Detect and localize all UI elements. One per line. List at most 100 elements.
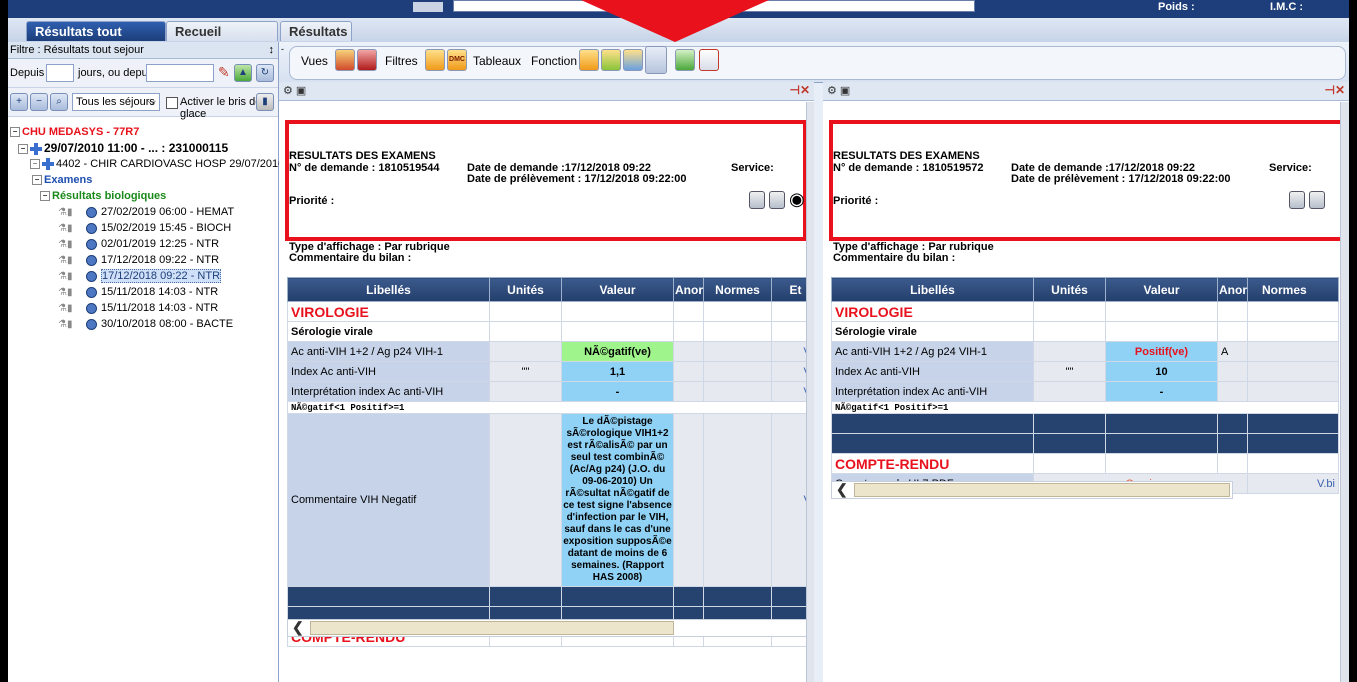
separator-row: [287, 586, 814, 607]
pane-tools-icon[interactable]: ⚙ ▣: [827, 84, 850, 97]
search-icon[interactable]: ⌕: [50, 93, 68, 111]
eraser-icon[interactable]: ✎: [218, 64, 230, 81]
collapse-icon[interactable]: −: [18, 143, 28, 154]
tree-item-selected[interactable]: ⚗▮ 17/12/2018 09:22 - NTR: [58, 269, 222, 283]
col-normes[interactable]: Normes: [703, 277, 772, 302]
col-libelles[interactable]: Libellés: [831, 277, 1034, 302]
tab-resultats-tout-sejour[interactable]: Résultats tout sejour✕: [26, 21, 166, 60]
horizontal-scrollbar-right[interactable]: ❮: [831, 481, 1233, 499]
tree-item[interactable]: ⚗▮ 27/02/2019 06:00 - HEMAT: [58, 206, 234, 218]
col-valeur[interactable]: Valeur: [1105, 277, 1218, 302]
separator-row: [831, 413, 1339, 434]
tree-sejour[interactable]: − 29/07/2010 11:00 - ... : 231000115: [18, 141, 228, 155]
fonction-button[interactable]: Fonction: [531, 54, 577, 68]
tubes-icon: ⚗▮: [58, 222, 73, 234]
tree-examens[interactable]: − Examens: [32, 174, 92, 186]
scroll-left-icon[interactable]: ❮: [836, 481, 848, 498]
book-red-icon[interactable]: [357, 49, 377, 71]
document-icon[interactable]: [1289, 191, 1305, 209]
pane-header-right: ⚙ ▣ ⊣✕: [823, 82, 1349, 101]
tubes-icon: ⚗▮: [58, 302, 73, 314]
vues-button[interactable]: Vues: [301, 54, 328, 68]
pin-icon[interactable]: ↕: [269, 42, 275, 58]
tree-item[interactable]: ⚗▮ 30/10/2018 08:00 - BACTE: [58, 318, 233, 330]
flag-icon[interactable]: [699, 49, 719, 71]
eye-icon[interactable]: ◉: [789, 189, 805, 210]
function-icon-3[interactable]: [623, 49, 643, 71]
close-pane-icon[interactable]: ⊣✕: [1324, 83, 1345, 97]
chevron-down-icon[interactable]: ⌵: [148, 94, 156, 110]
collapse-icon[interactable]: −: [30, 159, 40, 170]
info-box: [413, 2, 443, 12]
compare-icon[interactable]: [645, 46, 667, 74]
date-input[interactable]: [146, 64, 214, 82]
clock-icon: [86, 238, 97, 250]
close-pane-icon[interactable]: ⊣✕: [789, 83, 810, 97]
tab-label: Résultats: [289, 24, 348, 39]
clock-icon: [86, 254, 97, 266]
apply-filter-icon[interactable]: ▲: [234, 64, 252, 82]
warning-icon[interactable]: [425, 49, 445, 71]
subgroup-row: Sérologie virale: [287, 321, 814, 342]
dmc-icon[interactable]: DMC: [447, 49, 467, 71]
tab-recueil-medical[interactable]: Recueil médical: [166, 21, 278, 59]
col-unites[interactable]: Unités: [489, 277, 562, 302]
scroll-left-icon[interactable]: ❮: [292, 619, 304, 636]
tree-item[interactable]: ⚗▮ 17/12/2018 09:22 - NTR: [58, 254, 219, 266]
print-icon[interactable]: [769, 191, 785, 209]
scroll-thumb[interactable]: [310, 621, 674, 635]
filtres-button[interactable]: Filtres: [385, 54, 418, 68]
subgroup-row: Sérologie virale: [831, 321, 1339, 342]
tree-item[interactable]: ⚗▮ 15/11/2018 14:03 - NTR: [58, 302, 218, 314]
zoom-in-icon[interactable]: +: [10, 93, 28, 111]
norme-note: NÃ©gatif<1 Positif>=1: [287, 401, 814, 414]
collapse-icon[interactable]: −: [10, 127, 20, 138]
vertical-scrollbar-left[interactable]: [806, 102, 814, 682]
pane-header-left: ⚙ ▣ ⊣✕: [279, 82, 814, 101]
book-icon[interactable]: [335, 49, 355, 71]
days-input[interactable]: [46, 64, 74, 82]
row-unit: "": [1033, 361, 1106, 382]
print-icon[interactable]: [1309, 191, 1325, 209]
col-unites[interactable]: Unités: [1033, 277, 1106, 302]
group-row: VIROLOGIE: [287, 301, 814, 322]
cr-link[interactable]: V.bi: [1247, 473, 1339, 494]
tree-root[interactable]: − CHU MEDASYS - 77R7: [10, 126, 139, 138]
zoom-out-icon[interactable]: −: [30, 93, 48, 111]
filter-title: Filtre : Résultats tout sejour: [10, 44, 144, 56]
function-icon-2[interactable]: [601, 49, 621, 71]
demande-number: N° de demande : 1810519544: [289, 162, 440, 174]
function-icon-1[interactable]: [579, 49, 599, 71]
vertical-scrollbar-right[interactable]: [1340, 102, 1349, 682]
document-icon[interactable]: [749, 191, 765, 209]
col-libelles[interactable]: Libellés: [287, 277, 490, 302]
horizontal-scrollbar-left[interactable]: ❮: [287, 619, 814, 637]
tree-item[interactable]: ⚗▮ 02/01/2019 12:25 - NTR: [58, 238, 219, 250]
tab-resultats[interactable]: Résultats: [280, 21, 352, 41]
clock-icon: [86, 302, 97, 314]
col-anor[interactable]: Anor: [673, 277, 704, 302]
scroll-thumb[interactable]: [854, 483, 1230, 497]
tree-item[interactable]: ⚗▮ 15/11/2018 14:03 - NTR: [58, 286, 218, 298]
bris-checkbox[interactable]: [166, 97, 178, 109]
sejours-select[interactable]: Tous les séjours ⌵: [72, 93, 160, 111]
sejour-filter-row: + − ⌕ Tous les séjours ⌵ Activer le bris…: [8, 88, 278, 120]
tree-item[interactable]: ⚗▮ 15/02/2019 15:45 - BIOCH: [58, 222, 231, 234]
add-icon[interactable]: [675, 49, 695, 71]
refresh-icon[interactable]: ↻: [256, 64, 274, 82]
glass-icon[interactable]: ▮: [256, 93, 274, 111]
row-label: Ac anti-VIH 1+2 / Ag p24 VIH-1: [831, 341, 1034, 362]
clock-icon: [86, 222, 97, 234]
pane-tools-icon[interactable]: ⚙ ▣: [283, 84, 306, 97]
col-valeur[interactable]: Valeur: [561, 277, 674, 302]
col-normes[interactable]: Normes: [1247, 277, 1339, 302]
collapse-icon[interactable]: −: [40, 191, 50, 202]
comment-normes: [703, 413, 772, 587]
collapse-icon[interactable]: −: [32, 175, 42, 186]
row-label: Ac anti-VIH 1+2 / Ag p24 VIH-1: [287, 341, 490, 362]
col-anor[interactable]: Anor: [1217, 277, 1248, 302]
tree-bio[interactable]: − Résultats biologiques: [40, 190, 166, 202]
tableaux-button[interactable]: Tableaux: [473, 54, 521, 68]
tree-sejour-label: 29/07/2010 11:00 - ... : 231000115: [44, 141, 229, 155]
date-prelevement: Date de prélèvement : 17/12/2018 09:22:0…: [1011, 173, 1231, 185]
